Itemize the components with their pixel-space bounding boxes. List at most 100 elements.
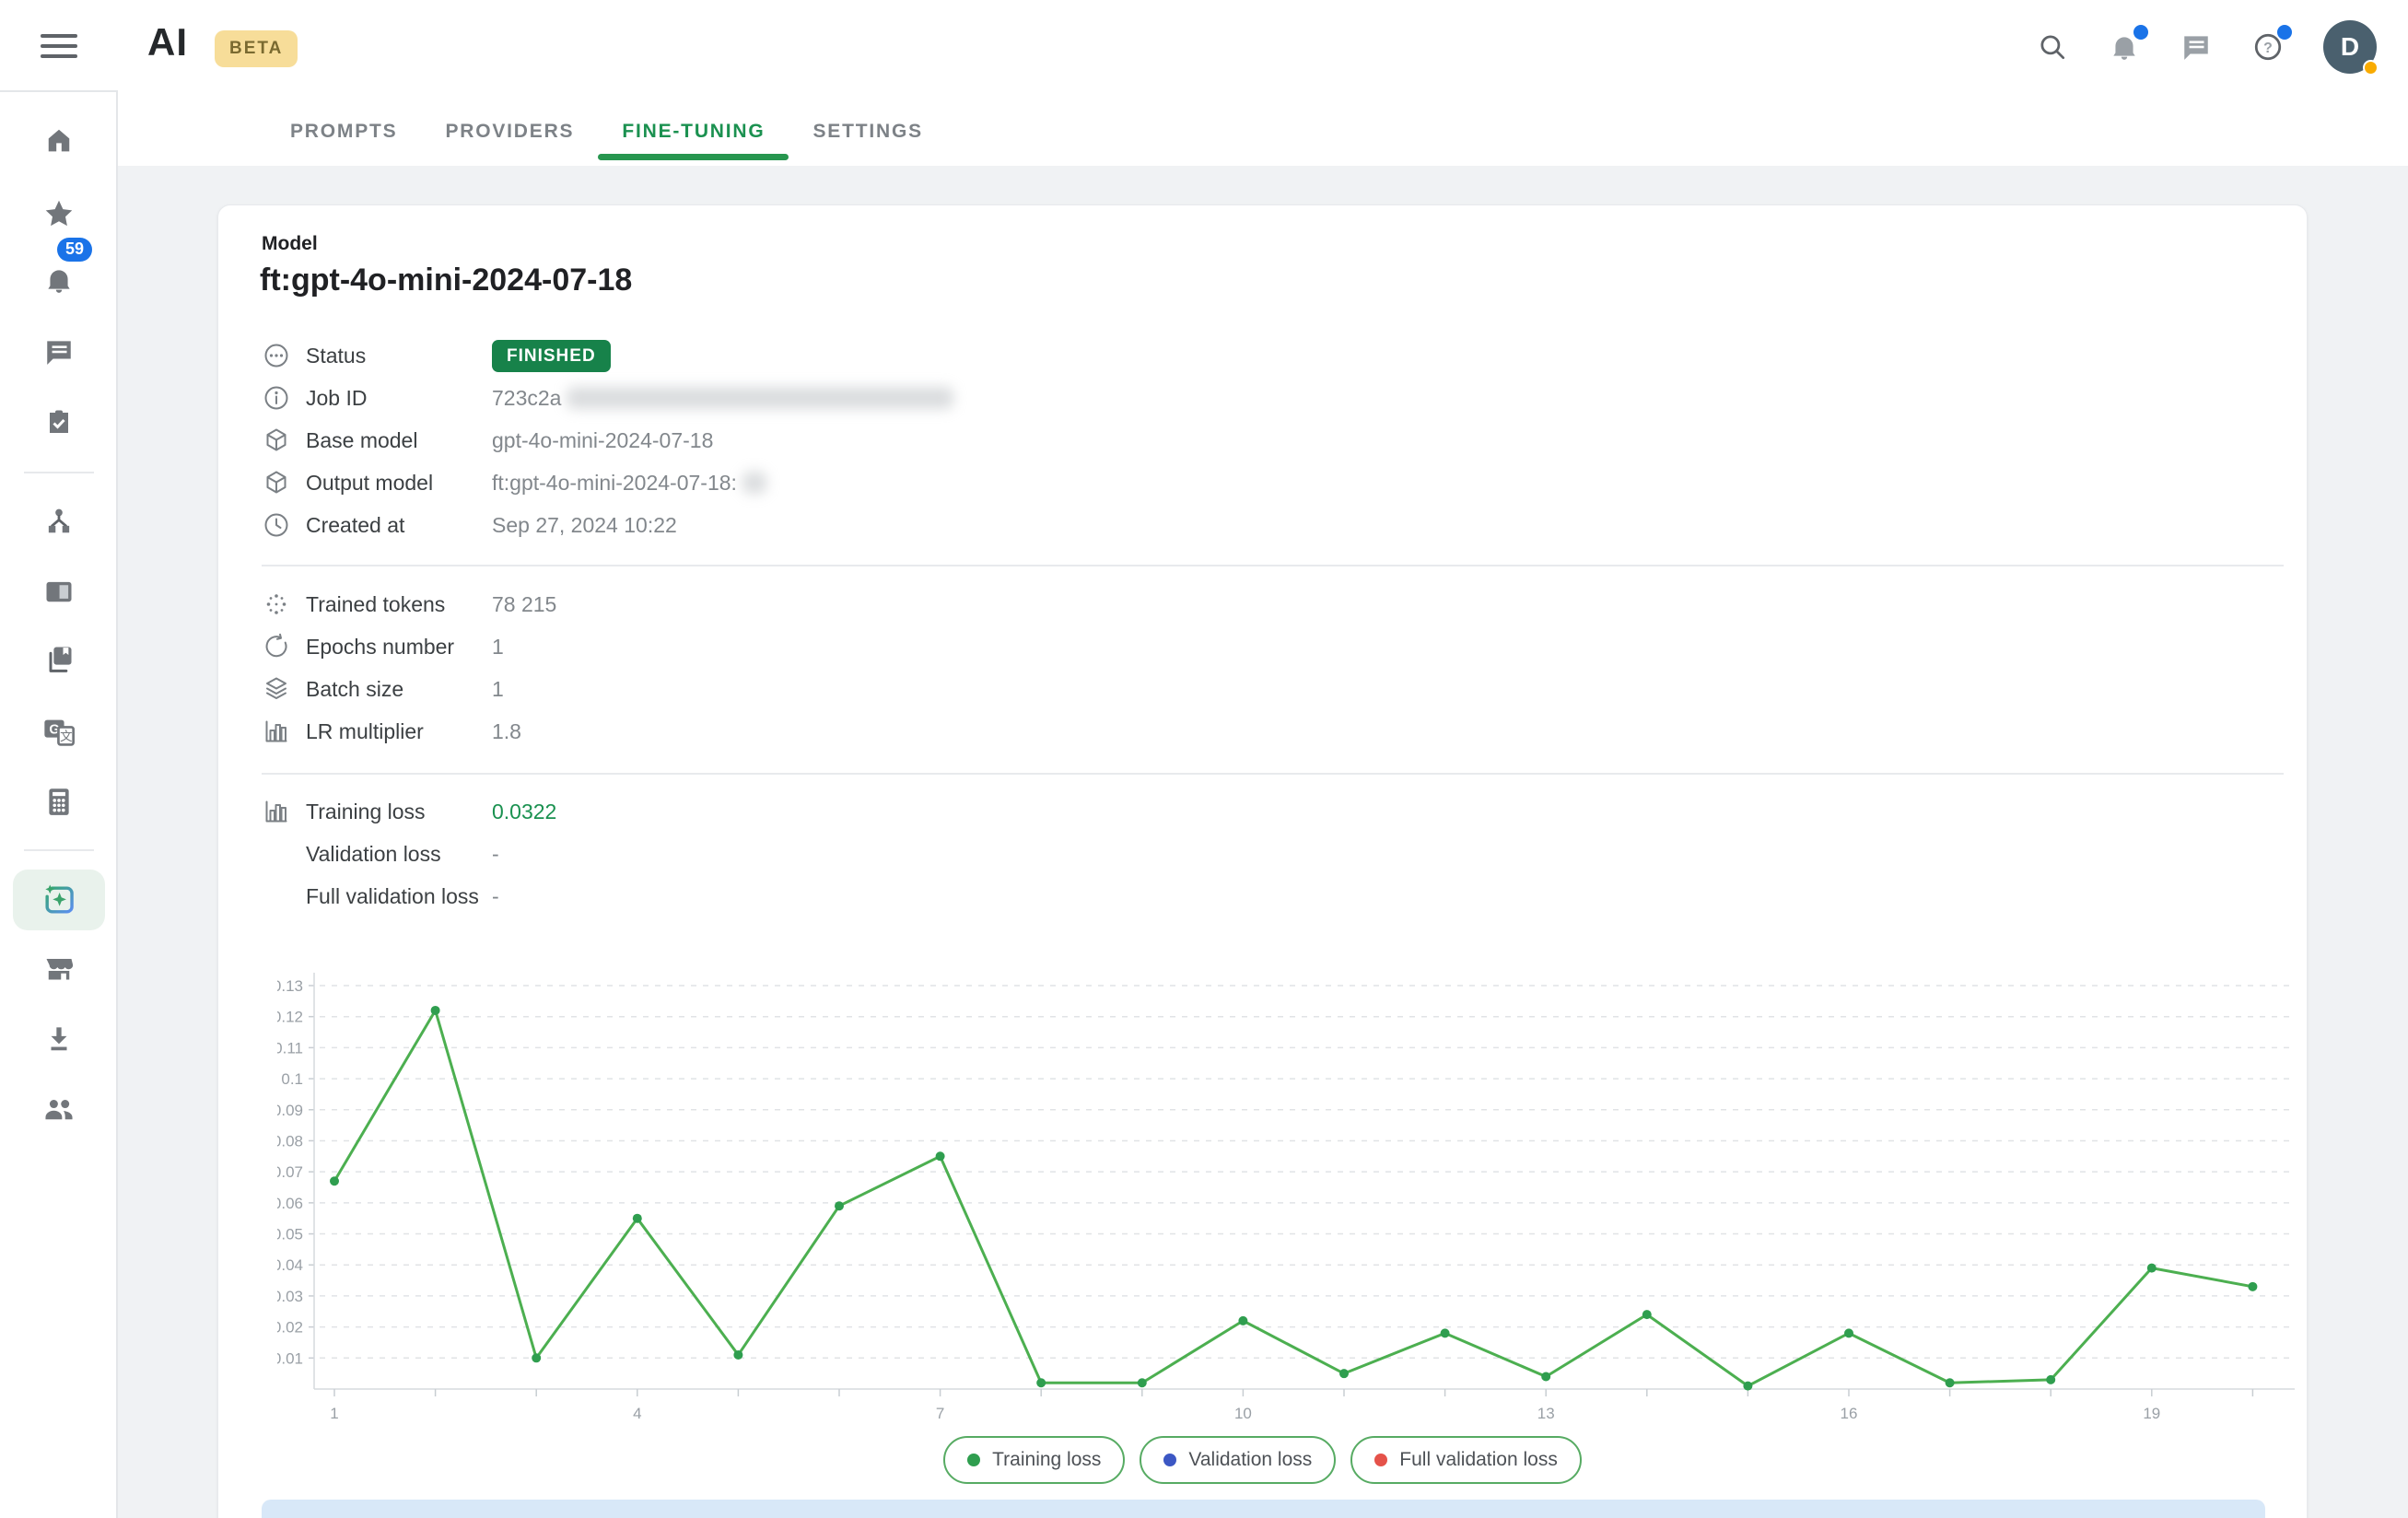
lr-multiplier-value: 1.8: [492, 719, 521, 744]
svg-text:0.13: 0.13: [277, 977, 303, 995]
tab-fine-tuning[interactable]: FINE-TUNING: [598, 103, 789, 160]
status-icon: [262, 341, 291, 370]
beta-badge: BETA: [215, 30, 298, 67]
svg-text:16: 16: [1841, 1405, 1858, 1422]
header-actions: ? D: [2036, 20, 2377, 74]
sidebar-item-notifications[interactable]: 59: [26, 252, 92, 308]
bar-chart-icon: [262, 717, 291, 746]
sidebar-item-downloads[interactable]: [26, 1010, 92, 1066]
detail-row-epochs: Epochs number 1: [218, 625, 2263, 668]
divider: [0, 90, 118, 92]
svg-text:0.05: 0.05: [277, 1226, 303, 1244]
legend-label: Training loss: [992, 1449, 1101, 1471]
legend-dot: [1163, 1454, 1176, 1466]
redacted-text: [567, 387, 953, 409]
tab-providers[interactable]: PROVIDERS: [421, 103, 598, 160]
base-model-value: gpt-4o-mini-2024-07-18: [492, 428, 713, 453]
losses: Training loss 0.0322 Validation loss - F…: [218, 790, 2263, 917]
detail-row-batch-size: Batch size 1: [218, 668, 2263, 710]
notifications-button[interactable]: [2108, 30, 2141, 64]
divider: [24, 849, 94, 851]
model-title: ft:gpt-4o-mini-2024-07-18: [260, 263, 632, 298]
batch-size-value: 1: [492, 677, 504, 702]
storefront-icon: [42, 951, 76, 984]
model-details: Status FINISHED Job ID 723c2a Base model…: [218, 334, 2263, 546]
ai-sparkle-icon: [39, 880, 79, 920]
detail-label: Epochs number: [306, 635, 454, 660]
detail-row-created-at: Created at Sep 27, 2024 10:22: [218, 504, 2263, 546]
sidebar: 59 G文: [0, 0, 118, 1518]
sidebar-item-ai-finetuning[interactable]: [13, 870, 105, 930]
svg-text:13: 13: [1537, 1405, 1555, 1422]
bar-chart-icon: [262, 797, 291, 826]
svg-text:0.09: 0.09: [277, 1102, 303, 1119]
bell-icon: [43, 264, 75, 296]
detail-row-output-model: Output model ft:gpt-4o-mini-2024-07-18:: [218, 461, 2263, 504]
calculator-icon: [43, 786, 75, 817]
svg-text:19: 19: [2143, 1405, 2160, 1422]
detail-label: Validation loss: [306, 842, 441, 867]
svg-text:?: ?: [2263, 41, 2273, 56]
svg-text:0.07: 0.07: [277, 1163, 303, 1181]
sidebar-item-calculator[interactable]: [26, 774, 92, 829]
legend-item-training-loss[interactable]: Training loss: [943, 1436, 1125, 1484]
line-chart: 0.010.020.030.040.050.060.070.080.090.10…: [277, 950, 2313, 1433]
legend-item-validation-loss[interactable]: Validation loss: [1140, 1436, 1336, 1484]
sidebar-item-people[interactable]: [26, 1080, 92, 1136]
created-at-value: Sep 27, 2024 10:22: [492, 513, 677, 538]
chart-legend: Training loss Validation loss Full validat…: [218, 1436, 2307, 1484]
legend-item-full-validation-loss[interactable]: Full validation loss: [1350, 1436, 1582, 1484]
detail-label: Training loss: [306, 800, 426, 824]
sidebar-item-side-panel[interactable]: [26, 564, 92, 619]
sidebar-item-library[interactable]: [26, 632, 92, 687]
sidebar-item-favorites[interactable]: [26, 186, 92, 241]
sidebar-item-chat[interactable]: [26, 324, 92, 380]
status-badge: FINISHED: [492, 340, 611, 372]
divider: [24, 472, 94, 473]
cube-icon: [262, 426, 291, 455]
legend-label: Validation loss: [1188, 1449, 1312, 1471]
sidebar-item-translate[interactable]: G文: [26, 705, 92, 760]
sidebar-item-storefront[interactable]: [26, 940, 92, 995]
feedback-button[interactable]: [2180, 30, 2213, 64]
trained-tokens-value: 78 215: [492, 592, 556, 617]
sidebar-item-workflow[interactable]: [26, 493, 92, 548]
detail-label: Created at: [306, 513, 404, 538]
help-button[interactable]: ?: [2251, 30, 2285, 64]
clipboard-check-icon: [44, 408, 74, 438]
svg-text:0.06: 0.06: [277, 1195, 303, 1212]
chat-icon: [43, 336, 75, 368]
clock-icon: [262, 510, 291, 540]
download-icon: [43, 1022, 75, 1054]
tab-settings[interactable]: SETTINGS: [789, 103, 946, 160]
svg-text:0.1: 0.1: [281, 1070, 303, 1088]
svg-text:0.03: 0.03: [277, 1288, 303, 1305]
icon-spacer: [262, 882, 291, 911]
tab-prompts[interactable]: PROMPTS: [266, 103, 421, 160]
layers-icon: [262, 674, 291, 704]
detail-row-job-id: Job ID 723c2a: [218, 377, 2263, 419]
notification-dot: [2133, 25, 2148, 40]
output-model-value: ft:gpt-4o-mini-2024-07-18:: [492, 471, 766, 496]
sidebar-item-tasks[interactable]: [26, 395, 92, 450]
detail-row-status: Status FINISHED: [218, 334, 2263, 377]
hyperparams: Trained tokens 78 215 Epochs number 1 Ba…: [218, 583, 2263, 753]
sidebar-item-home[interactable]: [26, 112, 92, 168]
tab-bar: PROMPTS PROVIDERS FINE-TUNING SETTINGS: [266, 103, 947, 160]
menu-icon[interactable]: [41, 34, 77, 62]
user-avatar[interactable]: D: [2323, 20, 2377, 74]
loss-chart: 0.010.020.030.040.050.060.070.080.090.10…: [277, 950, 2313, 1433]
search-button[interactable]: [2036, 30, 2069, 64]
detail-row-trained-tokens: Trained tokens 78 215: [218, 583, 2263, 625]
svg-text:10: 10: [1234, 1405, 1252, 1422]
detail-label: LR multiplier: [306, 719, 424, 744]
svg-text:0.08: 0.08: [277, 1132, 303, 1150]
svg-text:4: 4: [633, 1405, 641, 1422]
job-id-value: 723c2a: [492, 386, 953, 411]
search-icon: [2037, 31, 2068, 63]
app-window: 59 G文: [0, 0, 2408, 1518]
svg-text:0.02: 0.02: [277, 1319, 303, 1337]
star-icon: [41, 196, 76, 231]
avatar-initial: D: [2341, 32, 2359, 62]
model-section-label: Model: [262, 233, 318, 255]
